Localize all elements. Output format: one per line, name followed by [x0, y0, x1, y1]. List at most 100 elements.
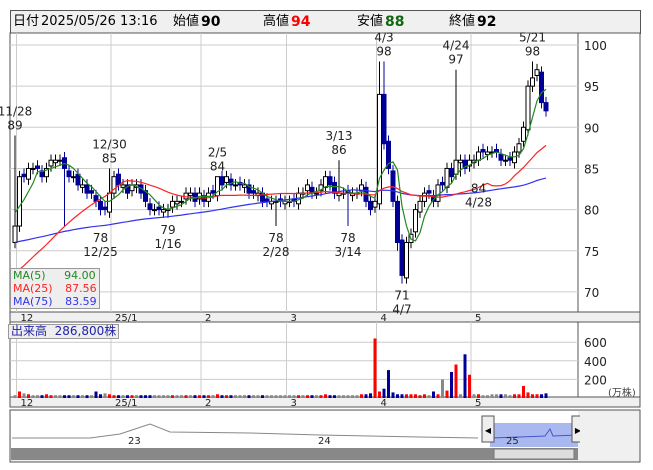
candle-body — [251, 190, 256, 194]
volume-bar — [427, 395, 431, 398]
volume-bar — [387, 370, 390, 398]
candle-body — [57, 159, 63, 162]
volume-bar — [13, 395, 17, 398]
annotation-price: 85 — [102, 151, 117, 165]
price-tick-label: 100 — [584, 39, 607, 53]
candle-body — [530, 77, 535, 87]
volume-bar — [373, 338, 377, 398]
candle-body — [242, 184, 247, 188]
volume-bar — [351, 395, 354, 398]
candle-body — [525, 85, 531, 131]
annotation-price: 89 — [7, 119, 22, 133]
chart-canvas[interactable]: 100959085807570600400200121225/125/12233… — [0, 0, 653, 470]
candle-body — [480, 149, 486, 153]
candle-body — [102, 206, 108, 211]
candle-body — [534, 69, 540, 76]
volume-bar — [499, 394, 503, 398]
volume-bar — [130, 395, 134, 398]
volume-bar — [391, 392, 395, 398]
volume-bar — [445, 390, 449, 398]
price-date-axis — [9, 311, 641, 323]
navigator-scrollbar-thumb[interactable] — [493, 448, 575, 460]
candle-body — [377, 93, 382, 205]
volume-bar — [36, 395, 39, 398]
volume-bar — [409, 394, 413, 398]
volume-bar — [306, 395, 309, 398]
candle-body — [147, 203, 153, 211]
volume-value: 286,800株 — [54, 324, 117, 338]
volume-bar — [247, 395, 251, 398]
stock-chart-widget: 日付 2025/05/26 13:16 始値 90 高値 94 安値 88 終値… — [0, 0, 653, 470]
candle-body — [417, 200, 423, 213]
candle-body — [372, 200, 378, 208]
volume-bar — [112, 395, 116, 398]
annotation-date: 4/3 — [374, 30, 393, 44]
volume-bar — [279, 395, 282, 398]
volume-bar — [207, 395, 210, 398]
volume-bar — [18, 391, 21, 398]
annotation-price: 84 — [210, 160, 225, 174]
candle-body — [75, 173, 81, 186]
volume-bar — [153, 395, 156, 398]
month-label: 3 — [291, 398, 297, 409]
month-label: 2 — [205, 313, 211, 324]
volume-bar — [436, 394, 440, 398]
annotation-date: 1/16 — [155, 237, 182, 251]
volume-bar — [441, 379, 444, 398]
month-label: 5 — [475, 398, 481, 409]
candle-body — [507, 157, 513, 161]
volume-bar — [54, 395, 57, 398]
volume-bar — [45, 394, 48, 398]
volume-bar — [319, 395, 323, 398]
candle-body — [399, 239, 405, 276]
volume-bar — [432, 391, 435, 398]
candle-body — [84, 184, 90, 194]
annotation-date: 12/30 — [92, 137, 127, 151]
volume-bar — [202, 395, 206, 398]
navigator-year-label: 24 — [318, 436, 331, 447]
volume-bar — [297, 395, 300, 398]
annotation-date: 5/21 — [519, 30, 546, 44]
annotation-price: 71 — [394, 289, 409, 303]
candle-body — [485, 151, 490, 155]
volume-bar — [486, 395, 489, 398]
volume-bar — [126, 395, 129, 398]
volume-bar — [234, 395, 237, 398]
month-label: 25/1 — [115, 398, 137, 409]
candle-body — [89, 190, 94, 194]
volume-tick-label: 200 — [584, 373, 607, 387]
volume-bar — [135, 395, 138, 398]
volume-bar — [216, 394, 219, 398]
volume-bar — [243, 395, 246, 398]
candle-body — [521, 126, 526, 142]
volume-bar — [508, 395, 512, 398]
annotation-price: 78 — [340, 231, 355, 245]
annotation-date: 4/28 — [465, 196, 492, 210]
month-label: 2 — [205, 398, 211, 409]
candle-body — [516, 143, 522, 153]
volume-bar — [175, 395, 179, 398]
month-label: 3 — [291, 313, 297, 324]
price-tick-label: 75 — [584, 245, 599, 259]
volume-bar — [459, 394, 462, 398]
volume-bar — [495, 394, 498, 398]
volume-bar — [468, 374, 471, 398]
candle-body — [422, 192, 427, 202]
candle-body — [12, 225, 18, 244]
candle-body — [453, 159, 459, 175]
ma25-value: 87.56 — [65, 282, 97, 295]
volume-bar — [333, 395, 336, 398]
volume-bar — [378, 391, 381, 398]
volume-bar — [27, 394, 30, 398]
volume-bar — [504, 394, 507, 398]
annotation-price: 98 — [525, 44, 540, 58]
candle-body — [543, 102, 549, 112]
volume-bar — [193, 395, 197, 398]
volume-bar — [526, 392, 530, 398]
volume-bar — [225, 395, 228, 398]
volume-bar — [490, 394, 494, 398]
volume-bar — [274, 395, 278, 398]
annotation-date: 4/24 — [443, 39, 470, 53]
candle-body — [503, 159, 508, 162]
annotation-price: 98 — [376, 44, 391, 58]
